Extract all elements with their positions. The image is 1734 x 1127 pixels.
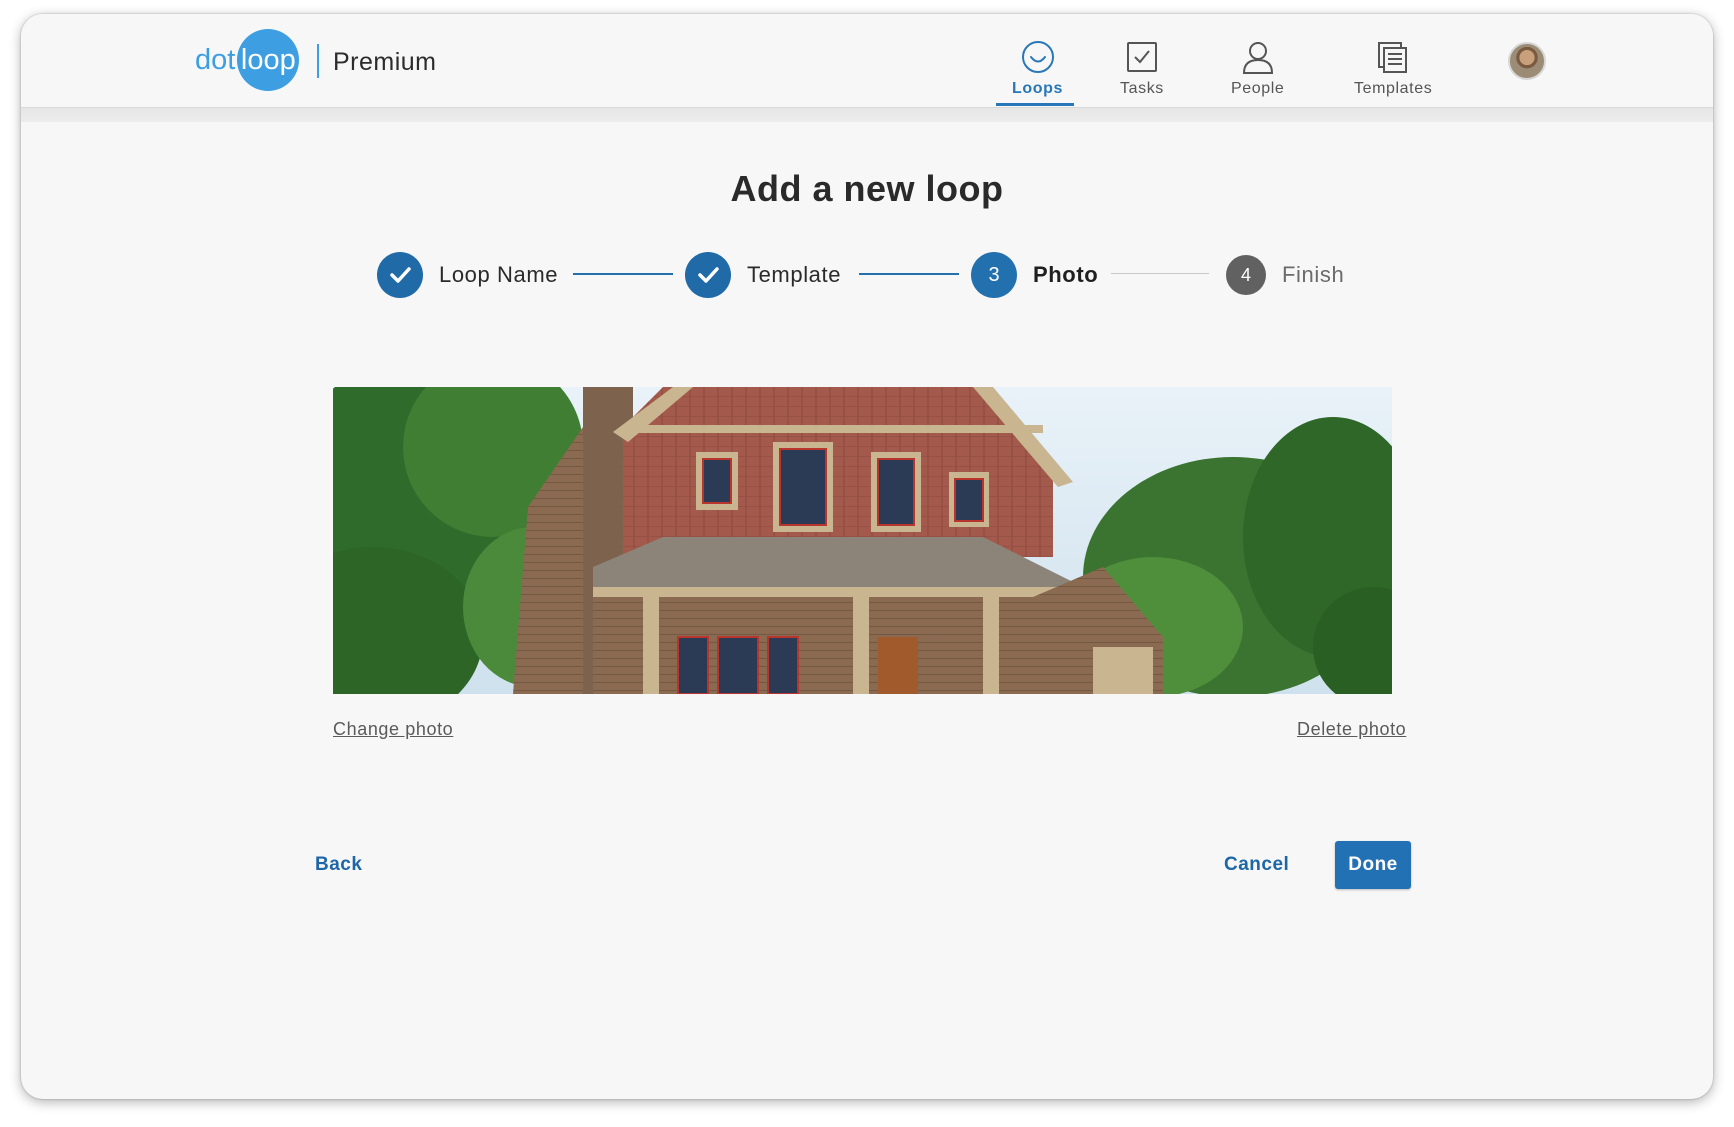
step-label: Template <box>747 262 842 287</box>
user-avatar[interactable] <box>1508 42 1546 80</box>
logo-divider <box>317 44 319 78</box>
smile-icon <box>1021 40 1055 74</box>
delete-photo-link[interactable]: Delete photo <box>1297 719 1406 740</box>
nav-people-label: People <box>1231 80 1285 97</box>
logo-circle: loop <box>237 29 300 91</box>
step-loop-name[interactable]: Loop Name <box>377 251 558 299</box>
done-button[interactable]: Done <box>1335 841 1411 889</box>
step-number: 4 <box>1226 255 1266 295</box>
step-label: Loop Name <box>439 262 559 287</box>
product-name: Premium <box>333 48 437 76</box>
step-finish: 4 Finish <box>1226 251 1344 299</box>
nav-loops-label: Loops <box>1012 80 1063 97</box>
page-title: Add a new loop <box>730 168 1004 209</box>
step-connector <box>859 273 959 275</box>
step-label: Photo <box>1033 262 1099 287</box>
header-divider <box>21 107 1713 122</box>
house-photo <box>333 387 1392 694</box>
back-button[interactable]: Back <box>315 854 362 876</box>
nav-tasks[interactable]: Tasks <box>1120 40 1164 110</box>
step-template[interactable]: Template <box>685 251 841 299</box>
step-check-icon <box>685 252 731 298</box>
change-photo-link[interactable]: Change photo <box>333 719 453 740</box>
nav-loops[interactable]: Loops <box>1012 40 1063 110</box>
step-connector <box>1111 273 1209 274</box>
nav-templates-label: Templates <box>1354 80 1433 97</box>
nav-tasks-label: Tasks <box>1120 80 1164 97</box>
nav-people[interactable]: People <box>1231 40 1284 110</box>
step-label: Finish <box>1282 262 1345 287</box>
top-bar: dot loop Premium Loops Tasks People Temp… <box>21 14 1713 107</box>
step-connector <box>573 273 673 275</box>
logo-prefix: dot <box>195 43 236 76</box>
person-icon <box>1241 40 1275 74</box>
step-number: 3 <box>971 252 1017 298</box>
dotloop-logo[interactable]: dot loop <box>195 28 300 92</box>
checkbox-icon <box>1125 40 1159 74</box>
nav-active-indicator <box>996 103 1074 106</box>
step-photo: 3 Photo <box>971 251 1098 299</box>
app-window: dot loop Premium Loops Tasks People Temp… <box>21 14 1713 1099</box>
nav-templates[interactable]: Templates <box>1354 40 1432 110</box>
cancel-button[interactable]: Cancel <box>1224 854 1289 876</box>
templates-icon <box>1376 40 1410 74</box>
step-check-icon <box>377 252 423 298</box>
